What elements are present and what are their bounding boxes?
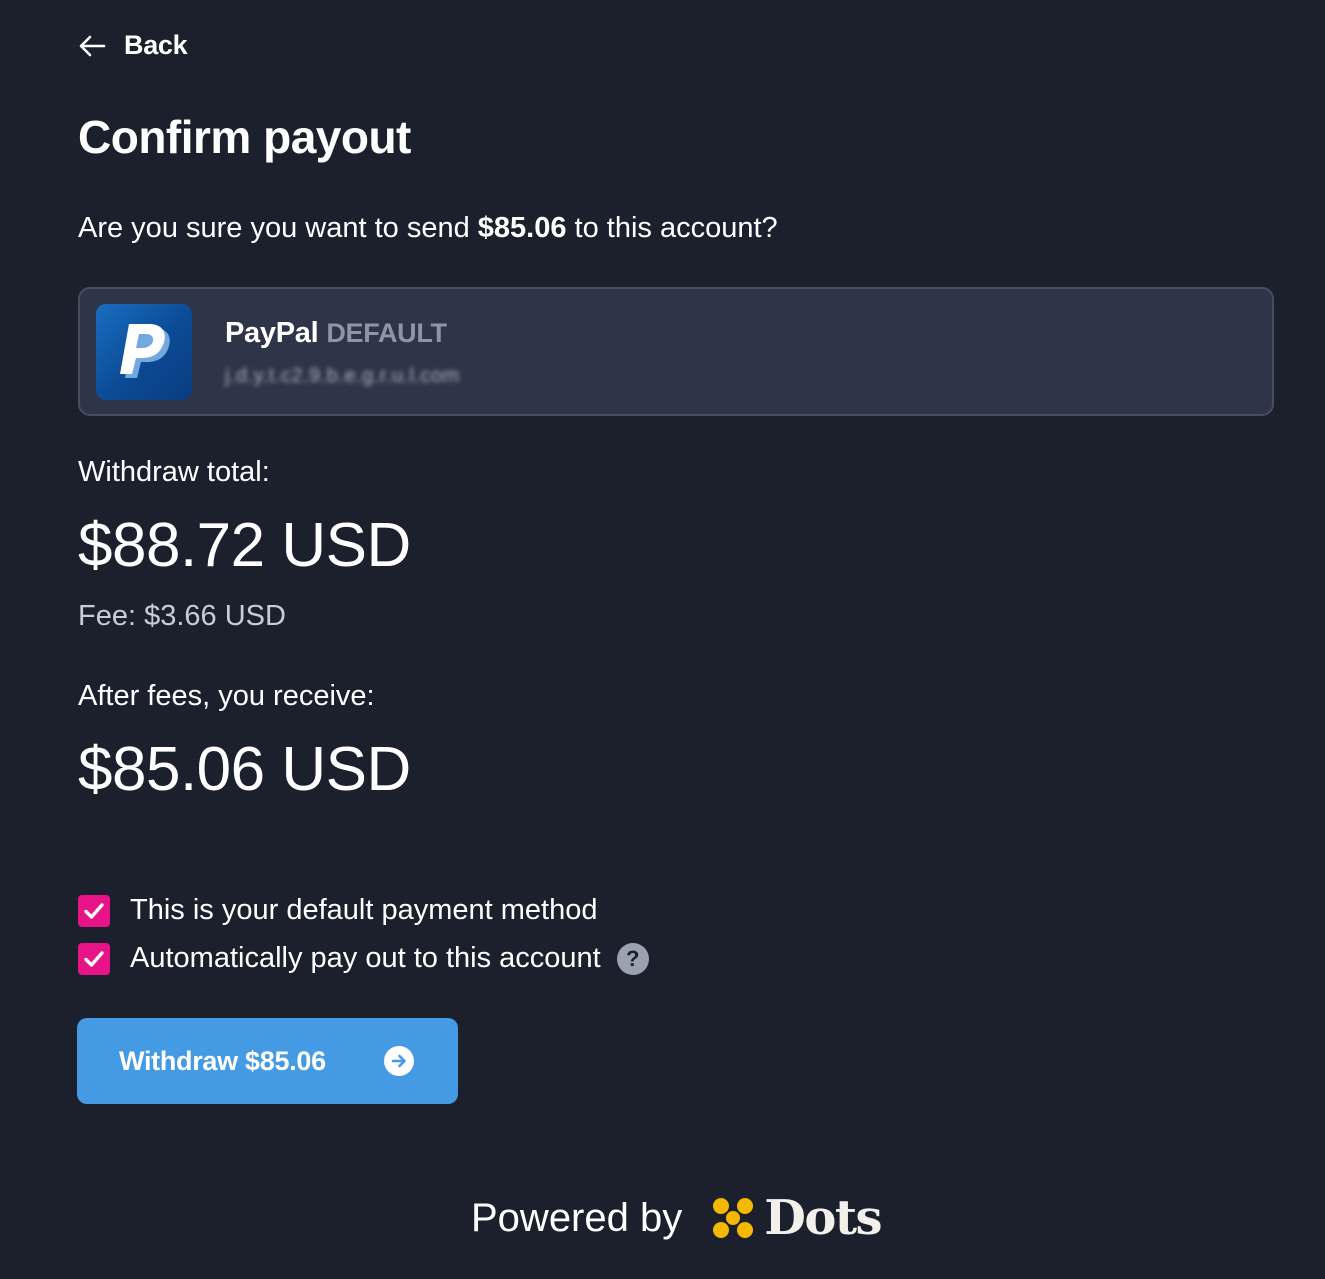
withdraw-button-label: Withdraw $85.06 — [119, 1045, 326, 1076]
checkmark-icon — [84, 950, 104, 967]
account-name-row: PayPal DEFAULT — [225, 317, 447, 350]
withdraw-button[interactable]: Withdraw $85.06 — [77, 1018, 458, 1104]
powered-by-text: Powered by — [471, 1195, 683, 1240]
confirm-question: Are you sure you want to send $85.06 to … — [78, 212, 778, 245]
default-method-option[interactable]: This is your default payment method — [78, 894, 597, 927]
checkmark-icon — [84, 902, 104, 919]
arrow-right-circle-icon — [384, 1046, 414, 1076]
default-method-checkbox[interactable] — [78, 894, 110, 927]
dots-brand: Dots — [764, 1190, 882, 1246]
dots-logo: Dots — [712, 1190, 883, 1246]
receive-amount: $85.06 USD — [78, 735, 411, 804]
back-label: Back — [124, 30, 188, 60]
default-badge: DEFAULT — [326, 318, 447, 348]
withdraw-total-label: Withdraw total: — [78, 456, 270, 488]
paypal-icon — [96, 304, 192, 400]
page-title: Confirm payout — [78, 111, 411, 163]
auto-payout-option[interactable]: Automatically pay out to this account ? — [78, 942, 649, 975]
auto-payout-label: Automatically pay out to this account — [130, 942, 601, 974]
auto-payout-checkbox[interactable] — [78, 942, 110, 975]
arrow-left-icon — [79, 35, 106, 56]
withdraw-total-amount: $88.72 USD — [78, 511, 411, 580]
payout-account-card: PayPal DEFAULT j.d.y.t.c2.9.b.e.g.r.u.l.… — [78, 287, 1274, 416]
question-prefix: Are you sure you want to send — [78, 212, 478, 244]
dots-icon — [713, 1198, 754, 1238]
powered-by-footer: Powered by Dots — [471, 1190, 883, 1246]
account-provider: PayPal — [225, 317, 319, 349]
help-icon[interactable]: ? — [616, 942, 649, 975]
receive-label: After fees, you receive: — [78, 680, 375, 712]
account-email: j.d.y.t.c2.9.b.e.g.r.u.l.com — [225, 365, 460, 387]
default-method-label: This is your default payment method — [130, 894, 598, 926]
question-suffix: to this account? — [566, 212, 778, 244]
fee-amount: Fee: $3.66 USD — [78, 600, 286, 632]
question-amount: $85.06 — [477, 212, 567, 244]
back-link[interactable]: Back — [78, 30, 188, 61]
